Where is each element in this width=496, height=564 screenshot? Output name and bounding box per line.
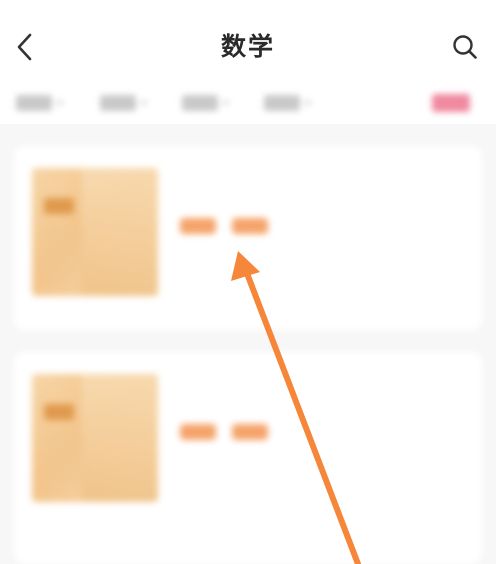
search-icon [453,35,477,59]
caret-down-icon [56,100,64,106]
tag [180,218,216,234]
caret-down-icon [140,100,148,106]
document-cover [32,374,158,502]
tag-group [180,218,268,234]
cover-lines [44,434,84,484]
filter-chip-label [182,95,218,111]
top-navigation-bar: 数学 [0,0,496,96]
page-title: 数学 [220,32,275,61]
filter-chip[interactable] [16,94,64,112]
filter-chip[interactable] [100,94,148,112]
cover-lines [44,228,84,278]
cover-mark [44,404,74,420]
tag [232,424,268,440]
cover-mark [44,198,74,214]
filter-chip[interactable] [182,94,230,112]
filter-chip-label [264,95,300,111]
document-cover [32,168,158,296]
tag-group [180,424,268,440]
list-item[interactable] [14,352,482,564]
filter-bar [0,84,496,122]
filter-action-button[interactable] [432,94,470,112]
caret-down-icon [304,100,312,106]
list-item[interactable] [14,146,482,330]
document-list-screen: 数学 [0,0,496,564]
tag [232,218,268,234]
filter-chip-label [100,95,136,111]
cover-fold [82,374,158,502]
caret-down-icon [222,100,230,106]
search-button[interactable] [448,30,482,64]
cover-fold [82,168,158,296]
filter-chip[interactable] [264,94,312,112]
document-list [0,124,496,564]
document-title [176,176,426,200]
document-title [176,382,426,406]
tag [180,424,216,440]
filter-chip-label [16,95,52,111]
